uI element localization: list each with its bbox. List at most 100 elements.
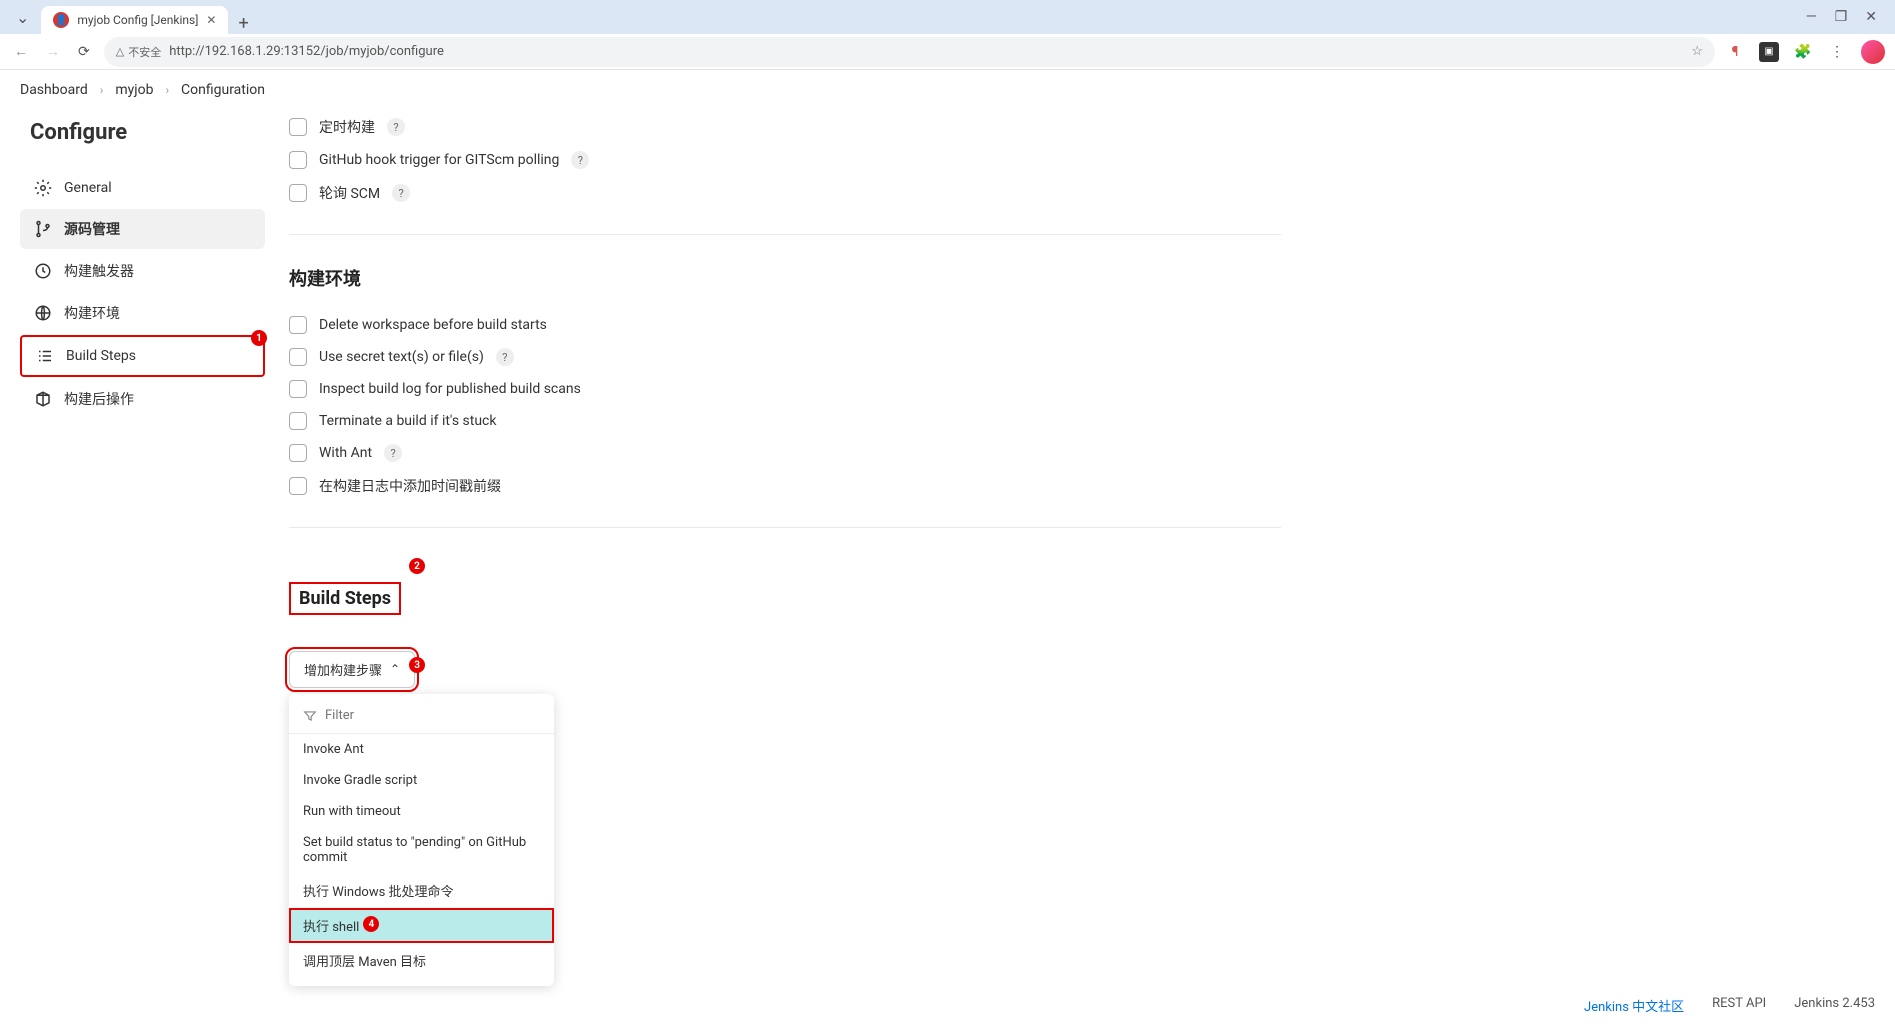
close-window-icon[interactable]: ✕ [1865,9,1877,25]
extensions-icon[interactable]: 🧩 [1793,42,1813,62]
maximize-icon[interactable]: ❐ [1835,9,1848,25]
checkbox-label: Terminate a build if it's stuck [319,413,496,429]
menu-icon[interactable]: ⋮ [1827,42,1847,62]
close-tab-icon[interactable]: ✕ [206,13,216,27]
sidebar-title: Configure [20,120,265,145]
branch-icon [34,220,52,238]
sidebar-item-post-build[interactable]: 构建后操作 [20,379,265,419]
help-icon[interactable]: ? [392,184,410,202]
url-text: http://192.168.1.29:13152/job/myjob/conf… [169,44,444,59]
jenkins-favicon: 👤 [53,12,69,28]
menu-item-windows-batch[interactable]: 执行 Windows 批处理命令 [289,873,554,908]
sidebar-item-scm[interactable]: 源码管理 [20,209,265,249]
sidebar-item-label: 构建触发器 [64,261,134,281]
sidebar-item-label: 构建后操作 [64,389,134,409]
filter-row [289,702,554,734]
env-row: Use secret text(s) or file(s) ? [289,341,1281,373]
gear-icon [34,179,52,197]
browser-tab[interactable]: 👤 myjob Config [Jenkins] ✕ [41,6,228,34]
sidebar-item-label: Build Steps [66,348,136,364]
chevron-right-icon: › [100,83,104,97]
breadcrumb: Dashboard › myjob › Configuration [0,70,1895,110]
menu-item-github-pending[interactable]: Set build status to "pending" on GitHub … [289,827,554,873]
footer-version: Jenkins 2.453 [1794,996,1875,1015]
checkbox[interactable] [289,118,307,136]
button-label: 增加构建步骤 [304,660,382,679]
breadcrumb-dashboard[interactable]: Dashboard [20,82,88,98]
checkbox[interactable] [289,380,307,398]
chevron-up-icon [390,662,400,677]
checkbox-label: GitHub hook trigger for GITScm polling [319,152,559,168]
checkbox[interactable] [289,412,307,430]
extension-icon-2[interactable]: ▣ [1759,42,1779,62]
footer-community-link[interactable]: Jenkins 中文社区 [1584,996,1684,1015]
new-tab-button[interactable]: + [228,13,258,34]
sidebar-item-general[interactable]: General [20,169,265,207]
reload-button[interactable]: ⟳ [74,40,94,64]
trigger-row: 定时构建 ? [289,110,1281,144]
checkbox-label: Use secret text(s) or file(s) [319,349,484,365]
help-icon[interactable]: ? [496,348,514,366]
menu-item-execute-shell[interactable]: 执行 shell 4 [289,908,554,943]
steps-icon [36,347,54,365]
add-build-step-button[interactable]: 增加构建步骤 [289,651,415,688]
window-controls: — ❐ ✕ [1796,0,1887,34]
menu-item-run-timeout[interactable]: Run with timeout [289,796,554,827]
sidebar-item-build-env[interactable]: 构建环境 [20,293,265,333]
env-row: Inspect build log for published build sc… [289,373,1281,405]
browser-tab-bar: ⌄ 👤 myjob Config [Jenkins] ✕ + — ❐ ✕ [0,0,1895,34]
build-step-dropdown-menu: Invoke Ant Invoke Gradle script Run with… [289,694,554,986]
annotation-badge-3: 3 [409,657,425,673]
address-bar[interactable]: △ 不安全 http://192.168.1.29:13152/job/myjo… [104,37,1715,67]
globe-icon [34,304,52,322]
annotation-badge-1: 1 [251,330,267,346]
back-button[interactable]: ← [10,39,32,64]
help-icon[interactable]: ? [571,151,589,169]
checkbox[interactable] [289,477,307,495]
sidebar-item-label: General [64,180,112,196]
sidebar-item-build-steps[interactable]: Build Steps 1 [20,335,265,377]
forward-button[interactable]: → [42,39,64,64]
extension-icon-1[interactable]: ¶ [1725,42,1745,62]
sidebar: Configure General 源码管理 构建触发器 构建环境 [10,110,275,728]
divider [289,234,1281,235]
menu-item-maven-top[interactable]: 调用顶层 Maven 目标 [289,943,554,978]
trigger-row: 轮询 SCM ? [289,176,1281,210]
menu-item-invoke-gradle[interactable]: Invoke Gradle script [289,765,554,796]
browser-toolbar: ← → ⟳ △ 不安全 http://192.168.1.29:13152/jo… [0,34,1895,70]
menu-item-invoke-ant[interactable]: Invoke Ant [289,734,554,765]
clock-icon [34,262,52,280]
checkbox[interactable] [289,151,307,169]
help-icon[interactable]: ? [384,444,402,462]
filter-icon [303,709,317,723]
profile-avatar[interactable] [1861,40,1885,64]
footer: Jenkins 中文社区 REST API Jenkins 2.453 [0,986,1895,1025]
annotation-badge-2: 2 [409,558,425,574]
chevron-right-icon: › [165,83,169,97]
checkbox[interactable] [289,184,307,202]
main-content: 定时构建 ? GitHub hook trigger for GITScm po… [275,110,1295,728]
minimize-icon[interactable]: — [1806,9,1817,25]
annotation-badge-4: 4 [363,916,379,932]
breadcrumb-job[interactable]: myjob [115,82,153,98]
bookmark-star-icon[interactable]: ☆ [1691,44,1703,59]
env-row: Terminate a build if it's stuck [289,405,1281,437]
divider [289,527,1281,528]
footer-rest-api[interactable]: REST API [1712,996,1766,1015]
package-icon [34,390,52,408]
filter-input[interactable] [325,708,540,723]
breadcrumb-config[interactable]: Configuration [181,82,265,98]
help-icon[interactable]: ? [387,118,405,136]
checkbox[interactable] [289,348,307,366]
sidebar-item-triggers[interactable]: 构建触发器 [20,251,265,291]
section-title-build-env: 构建环境 [289,265,1281,291]
section-title-build-steps: Build Steps [289,582,401,615]
tab-title: myjob Config [Jenkins] [77,13,198,27]
tab-search-dropdown[interactable]: ⌄ [8,0,37,34]
checkbox-label: 轮询 SCM [319,183,380,203]
checkbox[interactable] [289,316,307,334]
trigger-row: GitHub hook trigger for GITScm polling ? [289,144,1281,176]
security-badge[interactable]: △ 不安全 [116,44,161,60]
checkbox[interactable] [289,444,307,462]
sidebar-item-label: 源码管理 [64,219,120,239]
